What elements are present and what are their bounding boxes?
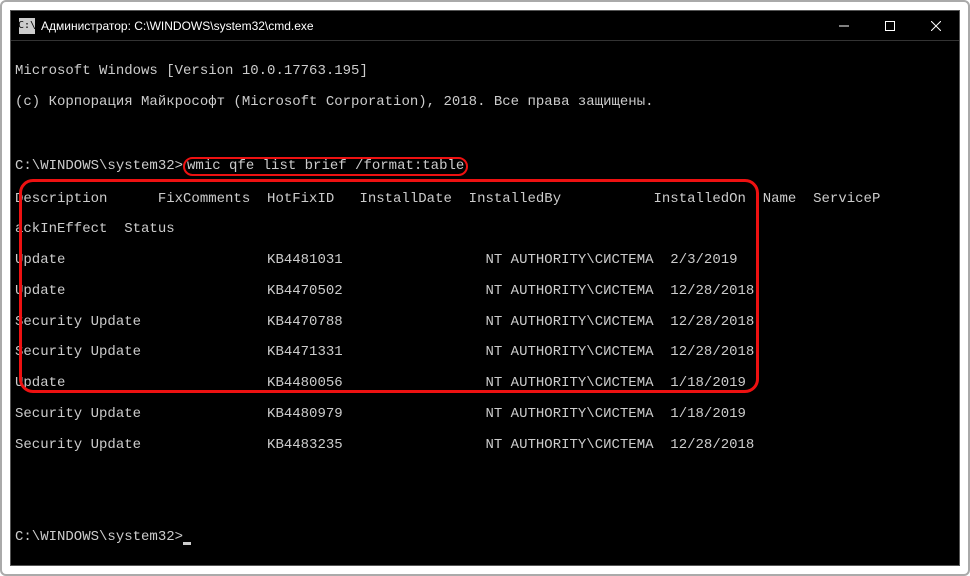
minimize-button[interactable] [821,11,867,40]
cmd-window: C:\ Администратор: C:\WINDOWS\system32\c… [10,10,960,566]
command-highlight: wmic qfe list brief /format:table [183,157,468,176]
maximize-button[interactable] [867,11,913,40]
prompt-line: C:\WINDOWS\system32> [15,530,955,545]
maximize-icon [885,21,895,31]
cursor [183,542,191,545]
blank-line [15,422,955,437]
header-line: ackInEffect Status [15,222,955,237]
close-icon [931,21,941,31]
blank-line [15,268,955,283]
table-row: Update KB4481031 NT AUTHORITY\СИСТЕМА 2/… [15,253,955,268]
prompt: C:\WINDOWS\system32> [15,158,183,174]
table-row: Security Update KB4480979 NT AUTHORITY\С… [15,407,955,422]
header-line: Description FixComments HotFixID Install… [15,192,955,207]
prompt: C:\WINDOWS\system32> [15,529,183,545]
table-row: Security Update KB4483235 NT AUTHORITY\С… [15,438,955,453]
cmd-icon: C:\ [19,18,35,34]
window-controls [821,11,959,40]
blank-line [15,299,955,314]
blank-line [15,330,955,345]
blank-line [15,499,955,514]
blank-line [15,361,955,376]
screenshot-frame: C:\ Администратор: C:\WINDOWS\system32\c… [0,0,970,576]
terminal-output[interactable]: Microsoft Windows [Version 10.0.17763.19… [11,41,959,566]
close-button[interactable] [913,11,959,40]
titlebar[interactable]: C:\ Администратор: C:\WINDOWS\system32\c… [11,11,959,41]
table-row: Update KB4480056 NT AUTHORITY\СИСТЕМА 1/… [15,376,955,391]
banner-line: (c) Корпорация Майкрософт (Microsoft Cor… [15,95,955,110]
window-title: Администратор: C:\WINDOWS\system32\cmd.e… [41,19,821,33]
prompt-line: C:\WINDOWS\system32>wmic qfe list brief … [15,157,955,176]
table-row: Update KB4470502 NT AUTHORITY\СИСТЕМА 12… [15,284,955,299]
blank-line [15,392,955,407]
table-row: Security Update KB4471331 NT AUTHORITY\С… [15,345,955,360]
table-row: Security Update KB4470788 NT AUTHORITY\С… [15,315,955,330]
minimize-icon [839,21,849,31]
banner-line: Microsoft Windows [Version 10.0.17763.19… [15,64,955,79]
blank-line [15,126,955,141]
blank-line [15,469,955,484]
